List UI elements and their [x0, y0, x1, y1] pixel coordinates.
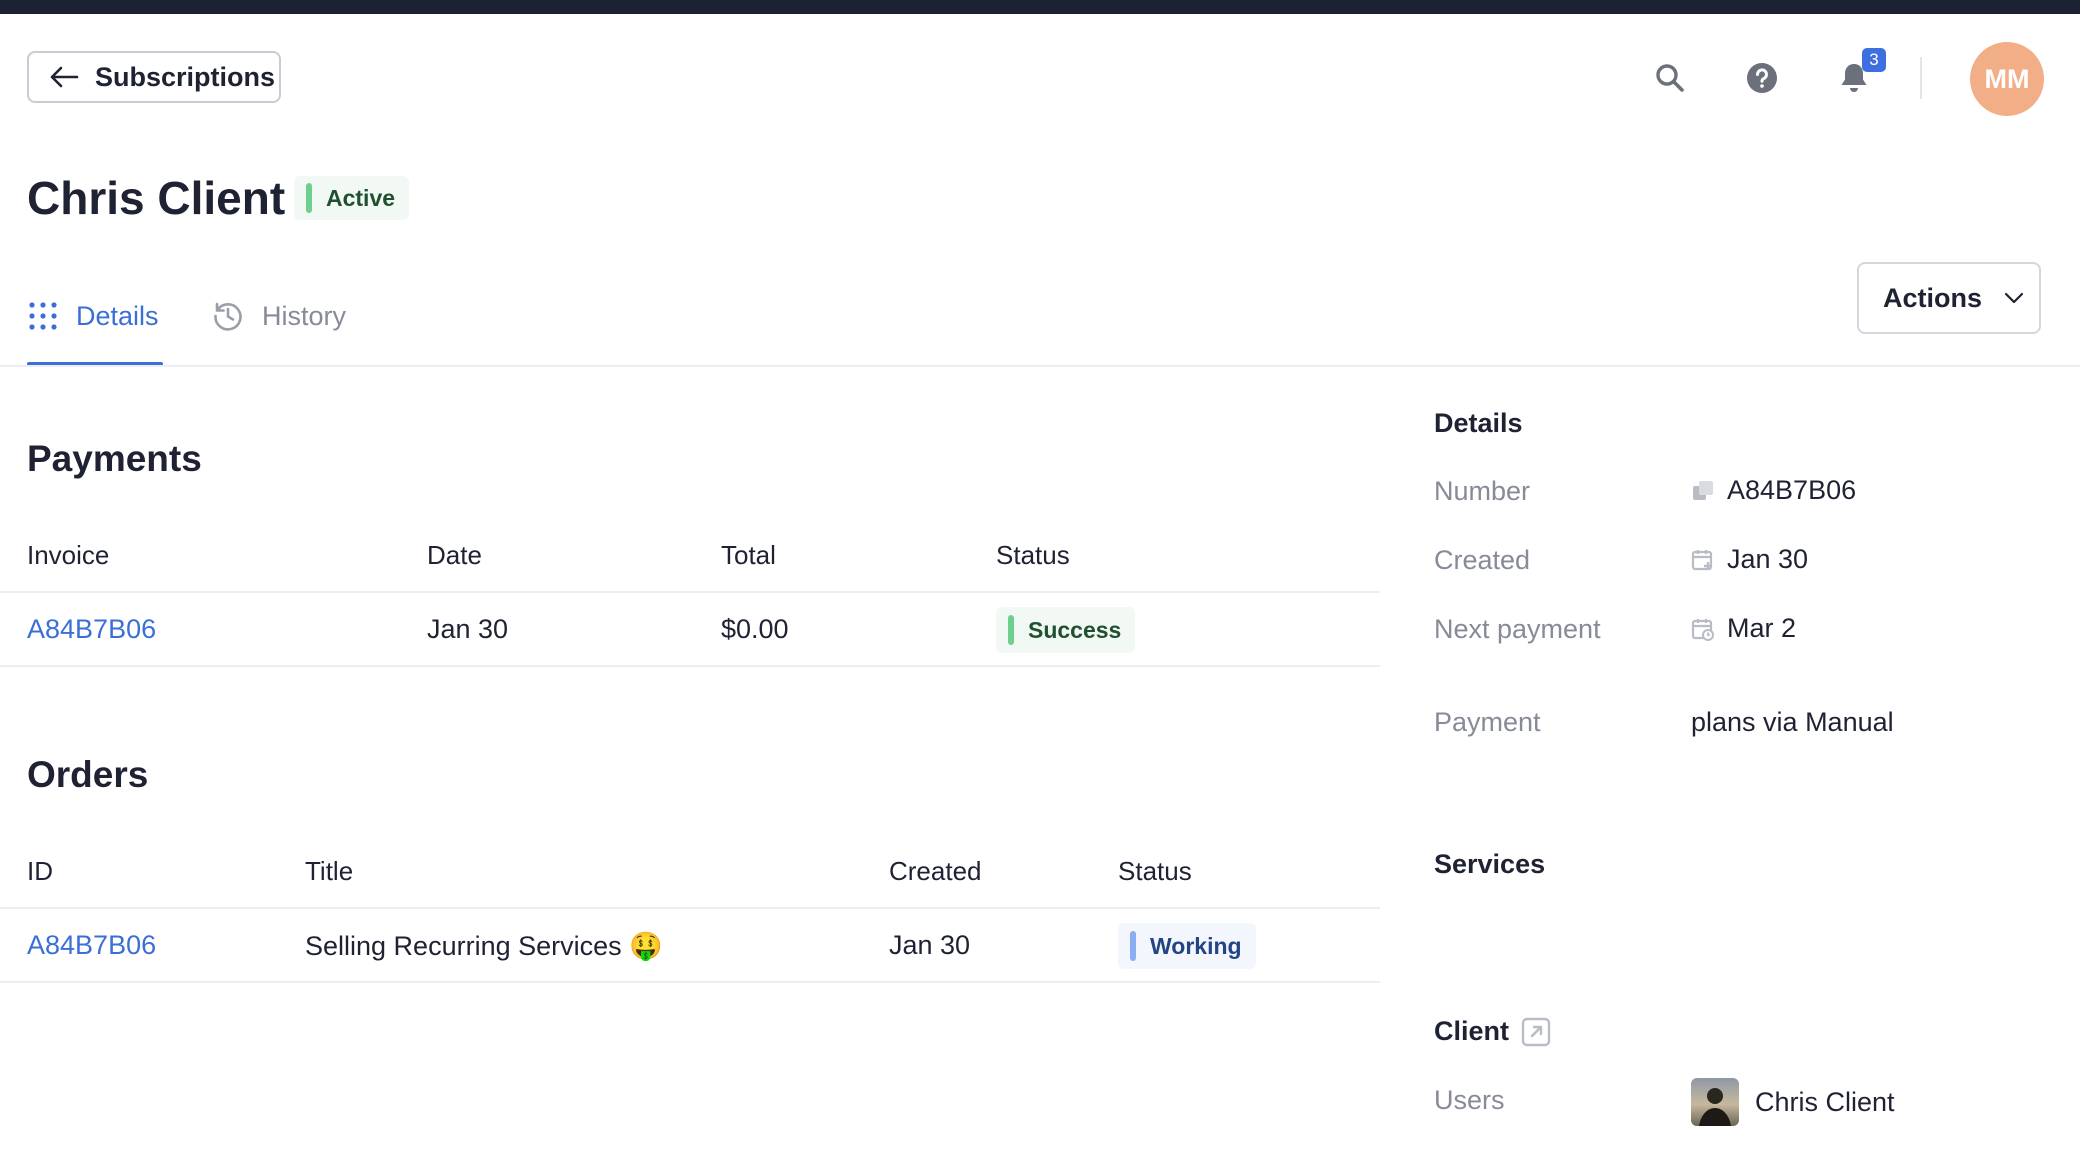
services-heading: Services: [1434, 849, 1546, 879]
copy-icon[interactable]: [1691, 479, 1715, 503]
number-text: A84B7B06: [1727, 475, 1857, 505]
help-icon[interactable]: [1742, 58, 1782, 98]
invoice-link[interactable]: A84B7B06: [27, 614, 156, 645]
client-user-name: Chris Client: [1755, 1086, 1895, 1117]
client-user[interactable]: Chris Client: [1691, 1078, 1895, 1126]
column-header-total: Total: [721, 540, 776, 570]
client-heading-label: Client: [1434, 1016, 1510, 1046]
client-heading: Client: [1434, 1016, 1551, 1047]
table-divider: [0, 591, 1380, 593]
created-value: Jan 30: [1691, 544, 1808, 575]
order-id-link[interactable]: A84B7B06: [27, 930, 156, 961]
tab-history-label: History: [262, 300, 347, 331]
back-button-label: Subscriptions: [95, 61, 276, 92]
table-divider: [0, 665, 1380, 667]
history-icon: [212, 300, 244, 332]
next-payment-label: Next payment: [1434, 614, 1601, 644]
tab-details-label: Details: [76, 300, 159, 331]
actions-dropdown-button[interactable]: Actions: [1857, 262, 2041, 334]
payment-total: $0.00: [721, 614, 789, 644]
created-text: Jan 30: [1727, 544, 1809, 574]
user-avatar-photo: [1691, 1078, 1739, 1126]
tab-details[interactable]: Details: [28, 296, 159, 336]
search-icon[interactable]: [1650, 58, 1690, 98]
order-created: Jan 30: [889, 930, 971, 960]
table-divider: [0, 907, 1380, 909]
arrow-left-icon: [49, 66, 79, 88]
top-bar: [0, 0, 2080, 14]
status-indicator: [1130, 931, 1136, 961]
created-label: Created: [1434, 545, 1531, 575]
tab-history[interactable]: History: [212, 296, 346, 336]
column-header-title: Title: [305, 856, 354, 886]
payment-status-label: Success: [1028, 616, 1122, 643]
status-badge: Active: [294, 176, 410, 220]
column-header-status: Status: [1118, 856, 1192, 886]
order-status-badge: Working: [1118, 923, 1256, 969]
status-indicator: [1008, 615, 1014, 645]
calendar-clock-icon: [1691, 617, 1715, 641]
column-header-status: Status: [996, 540, 1070, 570]
orders-heading: Orders: [27, 754, 149, 795]
actions-label: Actions: [1883, 282, 1983, 313]
details-heading: Details: [1434, 408, 1523, 438]
column-header-created: Created: [889, 856, 982, 886]
status-indicator: [306, 183, 312, 213]
back-to-subscriptions-button[interactable]: Subscriptions: [27, 51, 281, 103]
next-payment-text: Mar 2: [1727, 613, 1797, 643]
column-header-id: ID: [27, 856, 53, 886]
column-header-date: Date: [427, 540, 482, 570]
payment-value: plans via Manual: [1691, 707, 1894, 737]
chevron-down-icon: [2004, 292, 2024, 304]
number-value[interactable]: A84B7B06: [1691, 475, 1856, 506]
order-status-label: Working: [1150, 932, 1242, 959]
external-link-icon[interactable]: [1521, 1017, 1551, 1047]
column-header-invoice: Invoice: [27, 540, 110, 570]
tabs-divider: [0, 365, 2080, 367]
users-label: Users: [1434, 1085, 1505, 1115]
page-title: Chris Client: [27, 172, 286, 224]
number-label: Number: [1434, 476, 1531, 506]
order-title: Selling Recurring Services 🤑: [305, 931, 663, 961]
grid-dots-icon: [28, 301, 58, 331]
header-divider: [1920, 57, 1922, 99]
notification-count-badge: 3: [1862, 48, 1886, 72]
status-badge-label: Active: [326, 184, 396, 211]
table-divider: [0, 981, 1380, 983]
user-avatar[interactable]: MM: [1970, 42, 2044, 116]
payments-heading: Payments: [27, 438, 202, 479]
payment-status-badge: Success: [996, 607, 1136, 653]
calendar-plus-icon: [1691, 548, 1715, 572]
payment-label: Payment: [1434, 707, 1541, 737]
payment-date: Jan 30: [427, 614, 509, 644]
next-payment-value: Mar 2: [1691, 613, 1796, 644]
